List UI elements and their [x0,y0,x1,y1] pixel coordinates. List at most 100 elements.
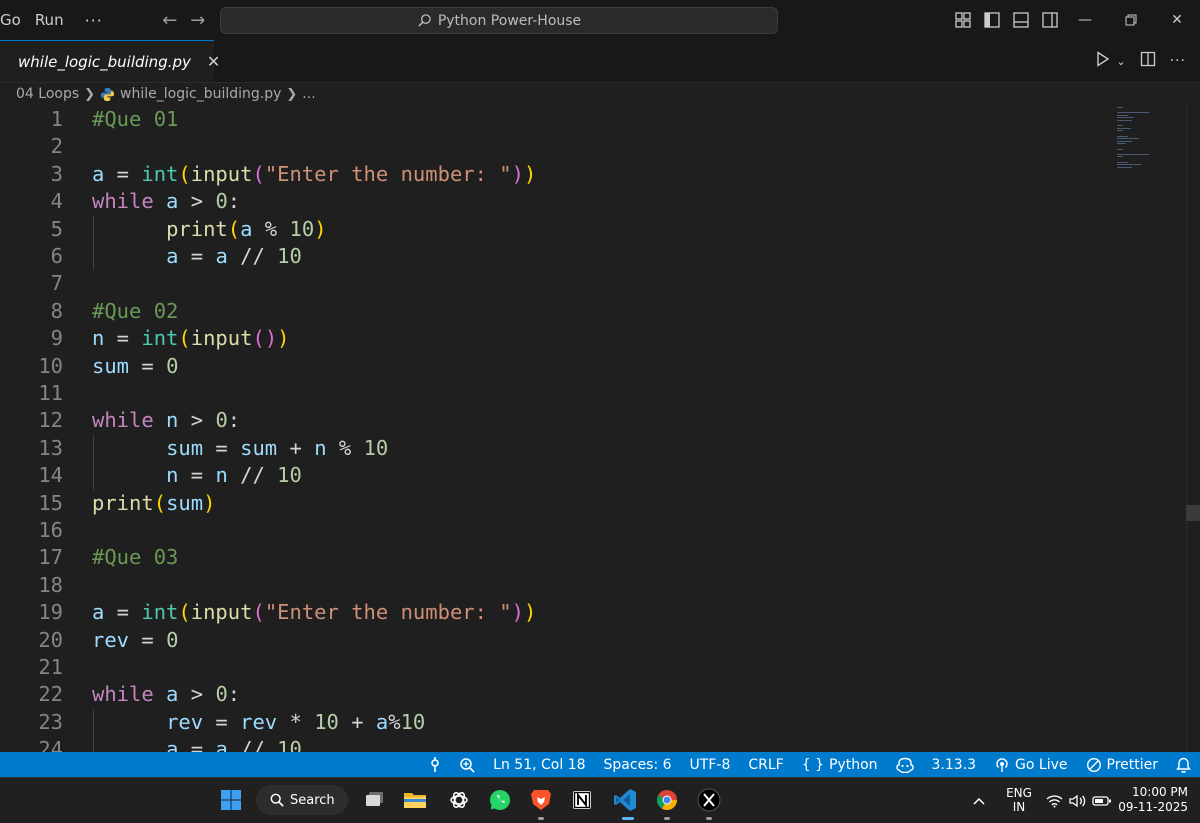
zoom-icon[interactable] [450,752,484,777]
code-line[interactable]: 9 n = int(input()) [0,325,1110,352]
code-line[interactable]: 11 [0,380,1110,407]
toggle-sidebar-icon[interactable] [981,9,1003,31]
line-number: 21 [38,655,63,679]
code-text: n = n // 10 [166,463,302,488]
indentation[interactable]: Spaces: 6 [595,752,681,777]
chatgpt-icon[interactable] [444,785,474,815]
code-line[interactable]: 17 #Que 03 [0,544,1110,571]
breadcrumb-symbols[interactable]: ... [302,86,315,102]
code-line[interactable]: 23 rev = rev * 10 + a%10 [0,709,1110,736]
brave-browser-icon[interactable] [526,785,556,815]
minimap-line [1117,153,1150,155]
code-line[interactable]: 5 print(a % 10) [0,216,1110,243]
code-line[interactable]: 10 sum = 0 [0,353,1110,380]
code-line[interactable]: 20 rev = 0 [0,627,1110,654]
vscode-icon[interactable] [610,785,640,815]
location-pin-icon[interactable] [420,752,450,777]
indent-guide [93,708,94,752]
code-line[interactable]: 19 a = int(input("Enter the number: ")) [0,599,1110,626]
tab-while-logic-building[interactable]: while_logic_building.py ✕ [0,40,220,82]
code-line[interactable]: 15 print(sum) [0,490,1110,517]
code-line[interactable]: 7 [0,270,1110,297]
code-line[interactable]: 24 a = a // 10 [0,736,1110,752]
notifications-bell-icon[interactable] [1167,752,1200,777]
customize-layout-icon[interactable] [952,9,974,31]
line-number: 5 [50,216,63,241]
more-actions-icon[interactable]: ··· [1170,53,1186,69]
go-live-button[interactable]: Go Live [985,752,1076,777]
input-language[interactable]: ENG IN [1002,786,1036,814]
split-editor-icon[interactable] [1140,51,1156,71]
braces-icon: { } [801,756,824,773]
chevron-down-icon[interactable]: ⌄ [1116,55,1125,68]
toggle-panel-icon[interactable] [1010,9,1032,31]
code-line[interactable]: 16 [0,517,1110,544]
code-editor[interactable]: 1 #Que 01 2 3 a = int(input("Enter the numbe… [0,105,1200,752]
line-number: 3 [50,161,63,186]
cursor-position[interactable]: Ln 51, Col 18 [484,752,594,777]
language-mode[interactable]: { } Python [793,752,887,777]
code-line[interactable]: 2 [0,133,1110,160]
end-of-line[interactable]: CRLF [739,752,792,777]
code-text: print(sum) [92,490,216,515]
close-icon[interactable]: ✕ [207,52,220,71]
toggle-secondary-sidebar-icon[interactable] [1039,9,1061,31]
copilot-icon[interactable] [887,752,923,777]
python-version[interactable]: 3.13.3 [923,752,986,777]
restore-icon[interactable] [1108,0,1154,40]
line-number: 1 [50,107,63,131]
breadcrumb-folder[interactable]: 04 Loops [16,86,79,102]
whatsapp-icon[interactable] [485,785,515,815]
minimize-icon[interactable]: — [1062,0,1108,40]
menu-go[interactable]: Go [0,0,28,40]
minimap[interactable] [1117,105,1157,200]
forward-arrow-icon[interactable]: → [184,10,212,31]
windows-start-icon[interactable] [216,785,246,815]
x-twitter-icon[interactable] [694,785,724,815]
search-icon [270,793,284,807]
code-line[interactable]: 13 sum = sum + n % 10 [0,435,1110,462]
notion-icon[interactable] [567,785,597,815]
minimap-line [1117,125,1124,127]
line-number: 18 [38,572,63,597]
lang-region: IN [1012,800,1026,814]
minimap-line [1117,114,1128,116]
code-line[interactable]: 18 [0,572,1110,599]
scrollbar-track[interactable] [1186,105,1187,752]
running-indicator [538,817,544,820]
code-line[interactable]: 4 while a > 0: [0,188,1110,215]
command-center-search[interactable]: Python Power-House [220,7,778,34]
menu-run[interactable]: Run [28,0,71,40]
code-line[interactable]: 3 a = int(input("Enter the number: ")) [0,161,1110,188]
code-line[interactable]: 6 a = a // 10 [0,243,1110,270]
code-text: #Que 03 [92,545,179,570]
close-window-icon[interactable]: ✕ [1154,0,1200,40]
wifi-icon [1046,794,1063,807]
scrollbar-thumb[interactable] [1186,505,1200,521]
system-tray[interactable] [1046,778,1112,823]
code-line[interactable]: 8 #Que 02 [0,298,1110,325]
code-line[interactable]: 1 #Que 01 [0,106,1110,133]
chrome-icon[interactable] [652,785,682,815]
code-line[interactable]: 12 while n > 0: [0,407,1110,434]
code-line[interactable]: 14 n = n // 10 [0,462,1110,489]
code-line[interactable]: 22 while a > 0: [0,681,1110,708]
show-hidden-icons[interactable] [972,778,986,823]
back-arrow-icon[interactable]: ← [156,10,184,31]
minimap-line [1117,164,1142,166]
breadcrumb-file[interactable]: while_logic_building.py [120,86,281,102]
minimap-line [1117,166,1133,168]
task-view-icon[interactable] [360,785,390,815]
workspace-title: Python Power-House [437,12,582,29]
line-number: 4 [50,189,63,214]
code-line[interactable]: 21 [0,654,1110,681]
minimap-line [1117,135,1128,137]
encoding[interactable]: UTF-8 [681,752,740,777]
file-explorer-icon[interactable] [400,785,430,815]
menu-more[interactable]: ··· [71,0,110,40]
run-icon[interactable] [1096,51,1110,71]
clock[interactable]: 10:00 PM 09-11-2025 [1108,785,1188,815]
clock-time: 10:00 PM [1132,785,1188,799]
taskbar-search[interactable]: Search [256,785,348,815]
prettier-button[interactable]: Prettier [1077,752,1168,777]
